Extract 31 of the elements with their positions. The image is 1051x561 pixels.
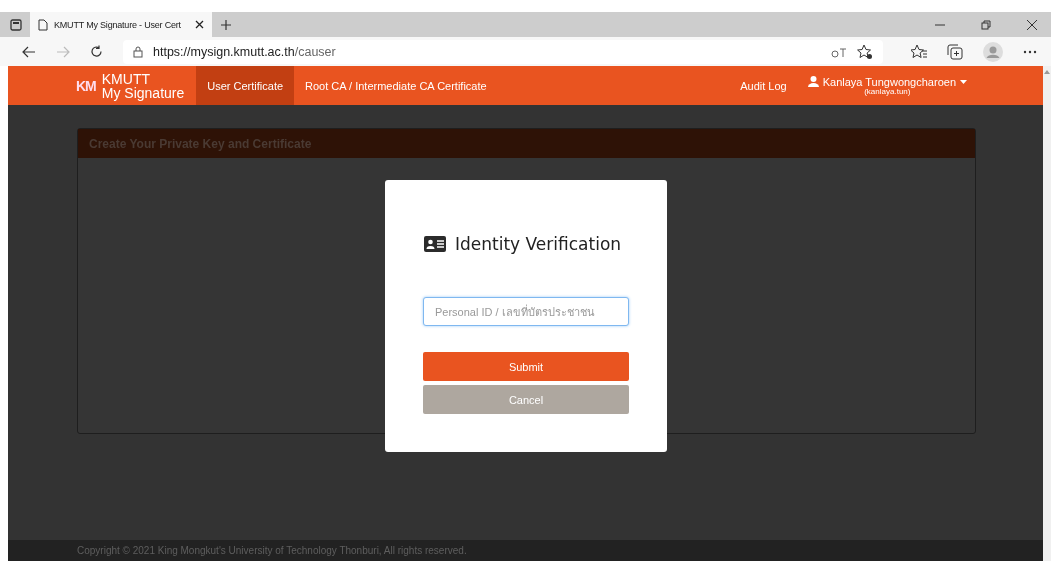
tab-actions-icon[interactable] xyxy=(10,18,22,31)
lock-icon xyxy=(133,45,143,58)
profile-icon[interactable] xyxy=(983,41,1003,62)
personal-id-field[interactable]: Personal ID / เลขที่บัตรประชาชน xyxy=(423,297,629,326)
brand-name: KMUTT xyxy=(101,71,151,86)
more-icon[interactable] xyxy=(1023,49,1037,54)
star-add-icon[interactable] xyxy=(857,43,873,60)
browser-tab[interactable]: KMUTT My Signature - User Cert xyxy=(30,12,212,37)
user-menu[interactable]: Kanlaya Tungwongcharoen xyxy=(822,75,956,88)
username-label: (kanlaya.tun) xyxy=(864,87,911,96)
submit-button[interactable]: Submit xyxy=(423,352,629,381)
back-icon[interactable] xyxy=(22,45,36,58)
new-tab-icon[interactable] xyxy=(220,18,232,31)
cancel-button[interactable]: Cancel xyxy=(423,385,629,414)
nav-link[interactable]: User Certificate xyxy=(196,66,295,105)
logo-mark: KM xyxy=(76,77,96,94)
audit-log-link[interactable]: Audit Log xyxy=(729,66,798,105)
page-icon xyxy=(38,18,48,31)
close-icon[interactable] xyxy=(195,20,204,29)
nav-link[interactable]: Root CA / Intermediate CA Certificate xyxy=(294,66,498,105)
collections-icon[interactable] xyxy=(947,43,963,60)
brand-subtitle: My Signature xyxy=(101,85,185,100)
refresh-icon[interactable] xyxy=(90,45,103,58)
dialog-title: Identity Verification xyxy=(455,234,622,254)
user-icon xyxy=(807,76,819,87)
close-icon[interactable] xyxy=(1027,19,1037,30)
restore-icon[interactable] xyxy=(981,19,991,30)
id-card-icon xyxy=(424,236,446,252)
favorites-icon[interactable] xyxy=(911,43,927,60)
address-field[interactable]: https://mysign.kmutt.ac.th/causer xyxy=(123,39,883,64)
caret-icon[interactable] xyxy=(960,79,967,84)
